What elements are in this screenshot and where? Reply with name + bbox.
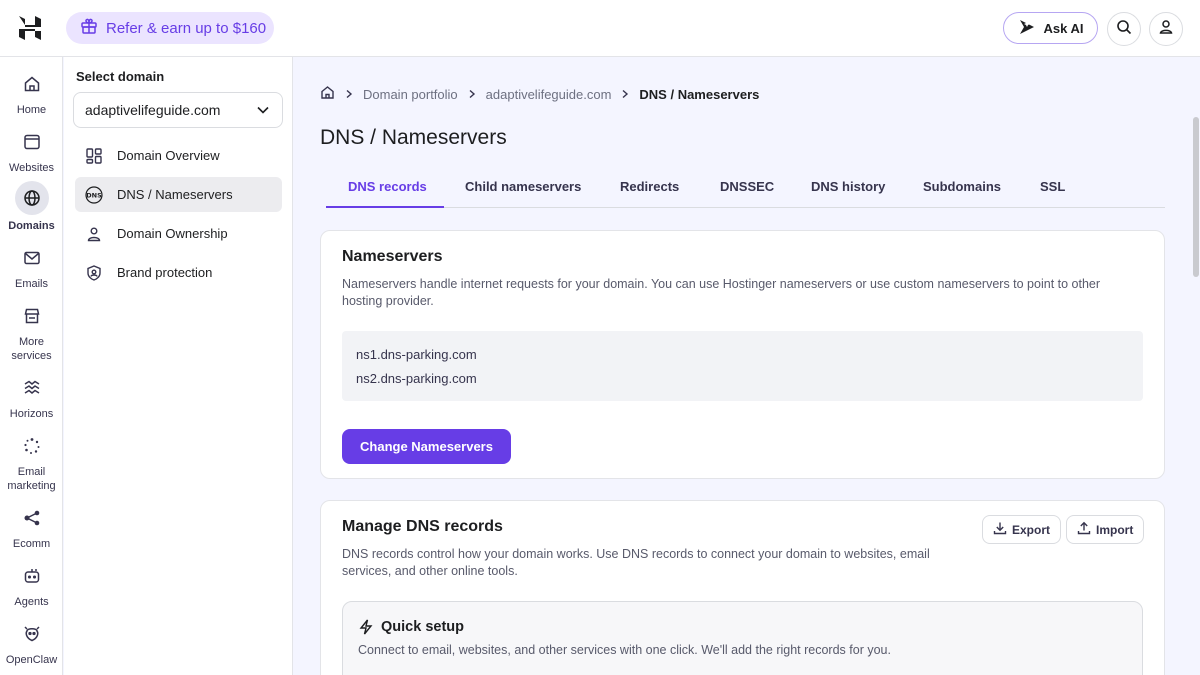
mail-icon: [15, 243, 49, 273]
nav-websites[interactable]: Websites: [0, 127, 63, 175]
nameserver-1: ns1.dns-parking.com: [356, 347, 477, 362]
nav-more-services[interactable]: More services: [0, 301, 63, 363]
select-domain-label: Select domain: [76, 69, 165, 84]
browser-icon: [15, 127, 49, 157]
tab-dns-records[interactable]: DNS records: [348, 179, 427, 194]
manage-dns-description: DNS records control how your domain work…: [342, 547, 930, 578]
quick-setup-description: Connect to email, websites, and other se…: [358, 643, 891, 657]
page-scrollbar[interactable]: [1192, 57, 1200, 675]
scrollbar-thumb[interactable]: [1193, 117, 1199, 277]
refer-earn-label: Refer & earn up to $160: [106, 19, 267, 37]
nameservers-title: Nameservers: [342, 248, 443, 265]
nav-email-marketing[interactable]: Email marketing: [0, 431, 63, 493]
sidebar-item-label: Brand protection: [117, 265, 213, 280]
nav-openclaw[interactable]: OpenClaw: [0, 619, 63, 667]
quick-setup-panel: Quick setup Connect to email, websites, …: [342, 601, 1143, 675]
sidebar-item-label: Domain Overview: [117, 148, 220, 163]
lightning-icon: [358, 619, 374, 640]
home-icon[interactable]: [320, 85, 335, 103]
claw-icon: [15, 619, 49, 649]
main-nav-rail: Home Websites Domains Emails More servic…: [0, 57, 63, 675]
breadcrumb-domain[interactable]: adaptivelifeguide.com: [486, 87, 612, 102]
import-button[interactable]: Import: [1066, 515, 1145, 544]
horizons-icon: [15, 373, 49, 403]
chevron-right-icon: [467, 87, 477, 102]
nav-emails[interactable]: Emails: [0, 243, 63, 291]
nav-horizons[interactable]: Horizons: [0, 373, 63, 421]
nameservers-card: Nameservers Nameservers handle internet …: [320, 230, 1165, 479]
person-icon: [85, 225, 103, 243]
hostinger-logo-icon[interactable]: [16, 14, 44, 42]
account-button[interactable]: [1149, 12, 1183, 46]
sidebar-item-label: DNS / Nameservers: [117, 187, 233, 202]
active-tab-indicator: [326, 206, 444, 208]
export-label: Export: [1012, 522, 1051, 537]
main-content: Domain portfolio adaptivelifeguide.com D…: [294, 57, 1192, 675]
chevron-right-icon: [344, 87, 354, 102]
robot-icon: [15, 561, 49, 591]
search-button[interactable]: [1107, 12, 1141, 46]
gift-icon: [80, 17, 98, 39]
breadcrumb: Domain portfolio adaptivelifeguide.com D…: [320, 85, 759, 103]
nameservers-description: Nameservers handle internet requests for…: [342, 277, 1101, 308]
upload-icon: [1077, 521, 1091, 538]
svg-text:DNS: DNS: [86, 191, 102, 199]
nav-ecomm[interactable]: Ecomm: [0, 503, 63, 551]
quick-setup-title: Quick setup: [381, 619, 464, 635]
top-bar: Refer & earn up to $160 Ask AI: [0, 0, 1200, 57]
user-icon: [1158, 19, 1174, 40]
domain-select-value: adaptivelifeguide.com: [85, 102, 221, 118]
tab-dnssec[interactable]: DNSSEC: [720, 179, 774, 194]
nameservers-list: ns1.dns-parking.com ns2.dns-parking.com: [342, 331, 1143, 401]
nav-home[interactable]: Home: [0, 69, 63, 117]
chevron-down-icon: [256, 103, 270, 120]
download-icon: [993, 521, 1007, 538]
sidebar-item-label: Domain Ownership: [117, 226, 228, 241]
ai-sparkle-icon: [1018, 18, 1036, 39]
import-label: Import: [1096, 522, 1134, 537]
store-icon: [15, 301, 49, 331]
dns-icon: DNS: [85, 185, 103, 204]
grid-icon: [85, 147, 103, 165]
manage-dns-card: Manage DNS records Export Import DNS rec…: [320, 500, 1165, 675]
manage-dns-title: Manage DNS records: [342, 518, 503, 535]
sparkle-icon: [15, 431, 49, 461]
tab-child-nameservers[interactable]: Child nameservers: [465, 179, 581, 194]
globe-icon: [14, 181, 49, 215]
page-title: DNS / Nameservers: [320, 126, 507, 149]
nav-domains[interactable]: Domains: [0, 181, 63, 233]
chevron-right-icon: [620, 87, 630, 102]
breadcrumb-domain-portfolio[interactable]: Domain portfolio: [363, 87, 458, 102]
tab-dns-history[interactable]: DNS history: [811, 179, 885, 194]
search-icon: [1116, 19, 1132, 40]
change-nameservers-button[interactable]: Change Nameservers: [342, 429, 511, 464]
export-button[interactable]: Export: [982, 515, 1062, 544]
sidebar-item-dns-nameservers[interactable]: DNS DNS / Nameservers: [75, 177, 282, 212]
sidebar-item-domain-ownership[interactable]: Domain Ownership: [75, 216, 282, 251]
share-nodes-icon: [15, 503, 49, 533]
tab-redirects[interactable]: Redirects: [620, 179, 679, 194]
sidebar-item-domain-overview[interactable]: Domain Overview: [75, 138, 282, 173]
tab-bar: DNS records Child nameservers Redirects …: [326, 169, 1165, 208]
home-icon: [15, 69, 49, 99]
breadcrumb-current: DNS / Nameservers: [639, 86, 760, 102]
domain-sidebar: Select domain adaptivelifeguide.com Doma…: [64, 57, 293, 675]
refer-earn-button[interactable]: Refer & earn up to $160: [66, 12, 274, 44]
shield-icon: [85, 264, 103, 282]
nameserver-2: ns2.dns-parking.com: [356, 371, 477, 386]
tab-ssl[interactable]: SSL: [1040, 179, 1065, 194]
domain-select[interactable]: adaptivelifeguide.com: [73, 92, 283, 128]
ask-ai-label: Ask AI: [1043, 20, 1084, 36]
tab-subdomains[interactable]: Subdomains: [923, 179, 1001, 194]
nav-agents[interactable]: Agents: [0, 561, 63, 609]
ask-ai-button[interactable]: Ask AI: [1003, 12, 1098, 44]
sidebar-item-brand-protection[interactable]: Brand protection: [75, 255, 282, 290]
